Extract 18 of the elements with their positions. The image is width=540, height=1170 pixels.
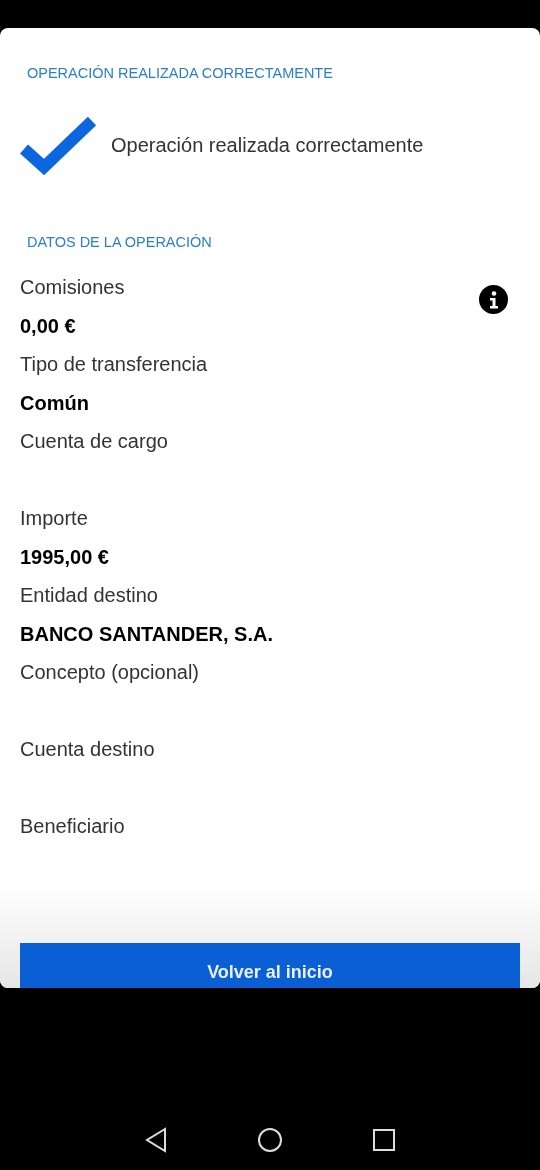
field-value: Común	[20, 390, 89, 416]
section-title: DATOS DE LA OPERACIÓN	[27, 233, 212, 253]
checkmark-icon	[20, 115, 98, 175]
field-label: Comisiones	[20, 275, 125, 300]
field-label: Importe	[20, 506, 88, 531]
field-value: 0,00 €	[20, 313, 76, 339]
field-label: Entidad destino	[20, 583, 158, 608]
field-label: Cuenta de cargo	[20, 429, 168, 454]
field-label: Cuenta destino	[20, 737, 155, 762]
field-label: Concepto (opcional)	[20, 660, 199, 685]
info-icon[interactable]	[479, 285, 508, 314]
field-label: Tipo de transferencia	[20, 352, 208, 377]
field-label: Beneficiario	[20, 814, 125, 839]
back-to-home-button[interactable]: Volver al inicio	[20, 943, 520, 988]
field-value: 1995,00 €	[20, 544, 109, 570]
field-value: BANCO SANTANDER, S.A.	[20, 621, 273, 647]
page-title: OPERACIÓN REALIZADA CORRECTAMENTE	[27, 64, 333, 84]
success-message: Operación realizada correctamente	[111, 133, 424, 158]
